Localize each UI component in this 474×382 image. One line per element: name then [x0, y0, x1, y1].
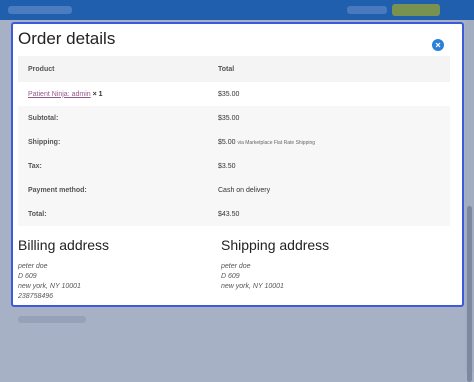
blurred-logo: [8, 6, 72, 14]
total-row: Total: $43.50: [18, 202, 450, 226]
subtotal-value: $35.00: [218, 114, 240, 122]
shipping-name: peter doe: [221, 263, 251, 270]
shipping-label: Shipping:: [28, 138, 61, 146]
billing-address-heading: Billing address: [18, 237, 110, 253]
billing-phone: 238758496: [18, 293, 54, 300]
payment-method-value: Cash on delivery: [218, 186, 271, 194]
blurred-background-text: [18, 316, 86, 323]
total-value: $43.50: [218, 210, 240, 218]
shipping-city-state-zip: new york, NY 10001: [221, 283, 284, 290]
tax-value: $3.50: [218, 162, 236, 170]
tax-row: Tax: $3.50: [18, 154, 450, 178]
scrollbar-thumb[interactable]: [467, 206, 472, 382]
column-header-product: Product: [28, 65, 55, 73]
top-navigation-bar: [0, 0, 474, 20]
billing-address: peter doe D 609 new york, NY 10001 23875…: [18, 262, 81, 302]
close-icon: [435, 42, 441, 48]
billing-address-line: D 609: [18, 273, 37, 280]
shipping-value: $5.00: [218, 138, 236, 146]
blurred-action-button: [392, 4, 440, 16]
blurred-nav-item: [347, 6, 387, 14]
order-details-table: Product Total Patient Ninja: admin × 1 $…: [18, 56, 450, 226]
subtotal-label: Subtotal:: [28, 114, 59, 122]
close-button[interactable]: [432, 39, 444, 51]
billing-name: peter doe: [18, 263, 48, 270]
product-link[interactable]: Patient Ninja: admin: [28, 91, 91, 98]
shipping-row: Shipping: $5.00 via Marketplace Flat Rat…: [18, 130, 450, 154]
product-quantity: × 1: [92, 90, 103, 98]
column-header-total: Total: [218, 65, 235, 73]
shipping-address: peter doe D 609 new york, NY 10001: [221, 262, 284, 292]
shipping-cell: $5.00 via Marketplace Flat Rate Shipping: [218, 130, 450, 154]
modal-title: Order details: [18, 29, 116, 48]
tax-label: Tax:: [28, 162, 42, 170]
page-scrollbar[interactable]: [465, 20, 474, 382]
payment-method-row: Payment method: Cash on delivery: [18, 178, 450, 202]
billing-city-state-zip: new york, NY 10001: [18, 283, 81, 290]
payment-method-label: Payment method:: [28, 186, 87, 194]
shipping-address-line: D 609: [221, 273, 240, 280]
total-label: Total:: [28, 210, 47, 218]
subtotal-row: Subtotal: $35.00: [18, 106, 450, 130]
shipping-address-heading: Shipping address: [221, 237, 330, 253]
shipping-method-note: via Marketplace Flat Rate Shipping: [237, 139, 316, 146]
product-row: Patient Ninja: admin × 1 $35.00: [18, 82, 450, 106]
table-header-row: Product Total: [18, 56, 450, 82]
product-cell: Patient Ninja: admin × 1: [18, 82, 218, 106]
product-total: $35.00: [218, 90, 240, 98]
